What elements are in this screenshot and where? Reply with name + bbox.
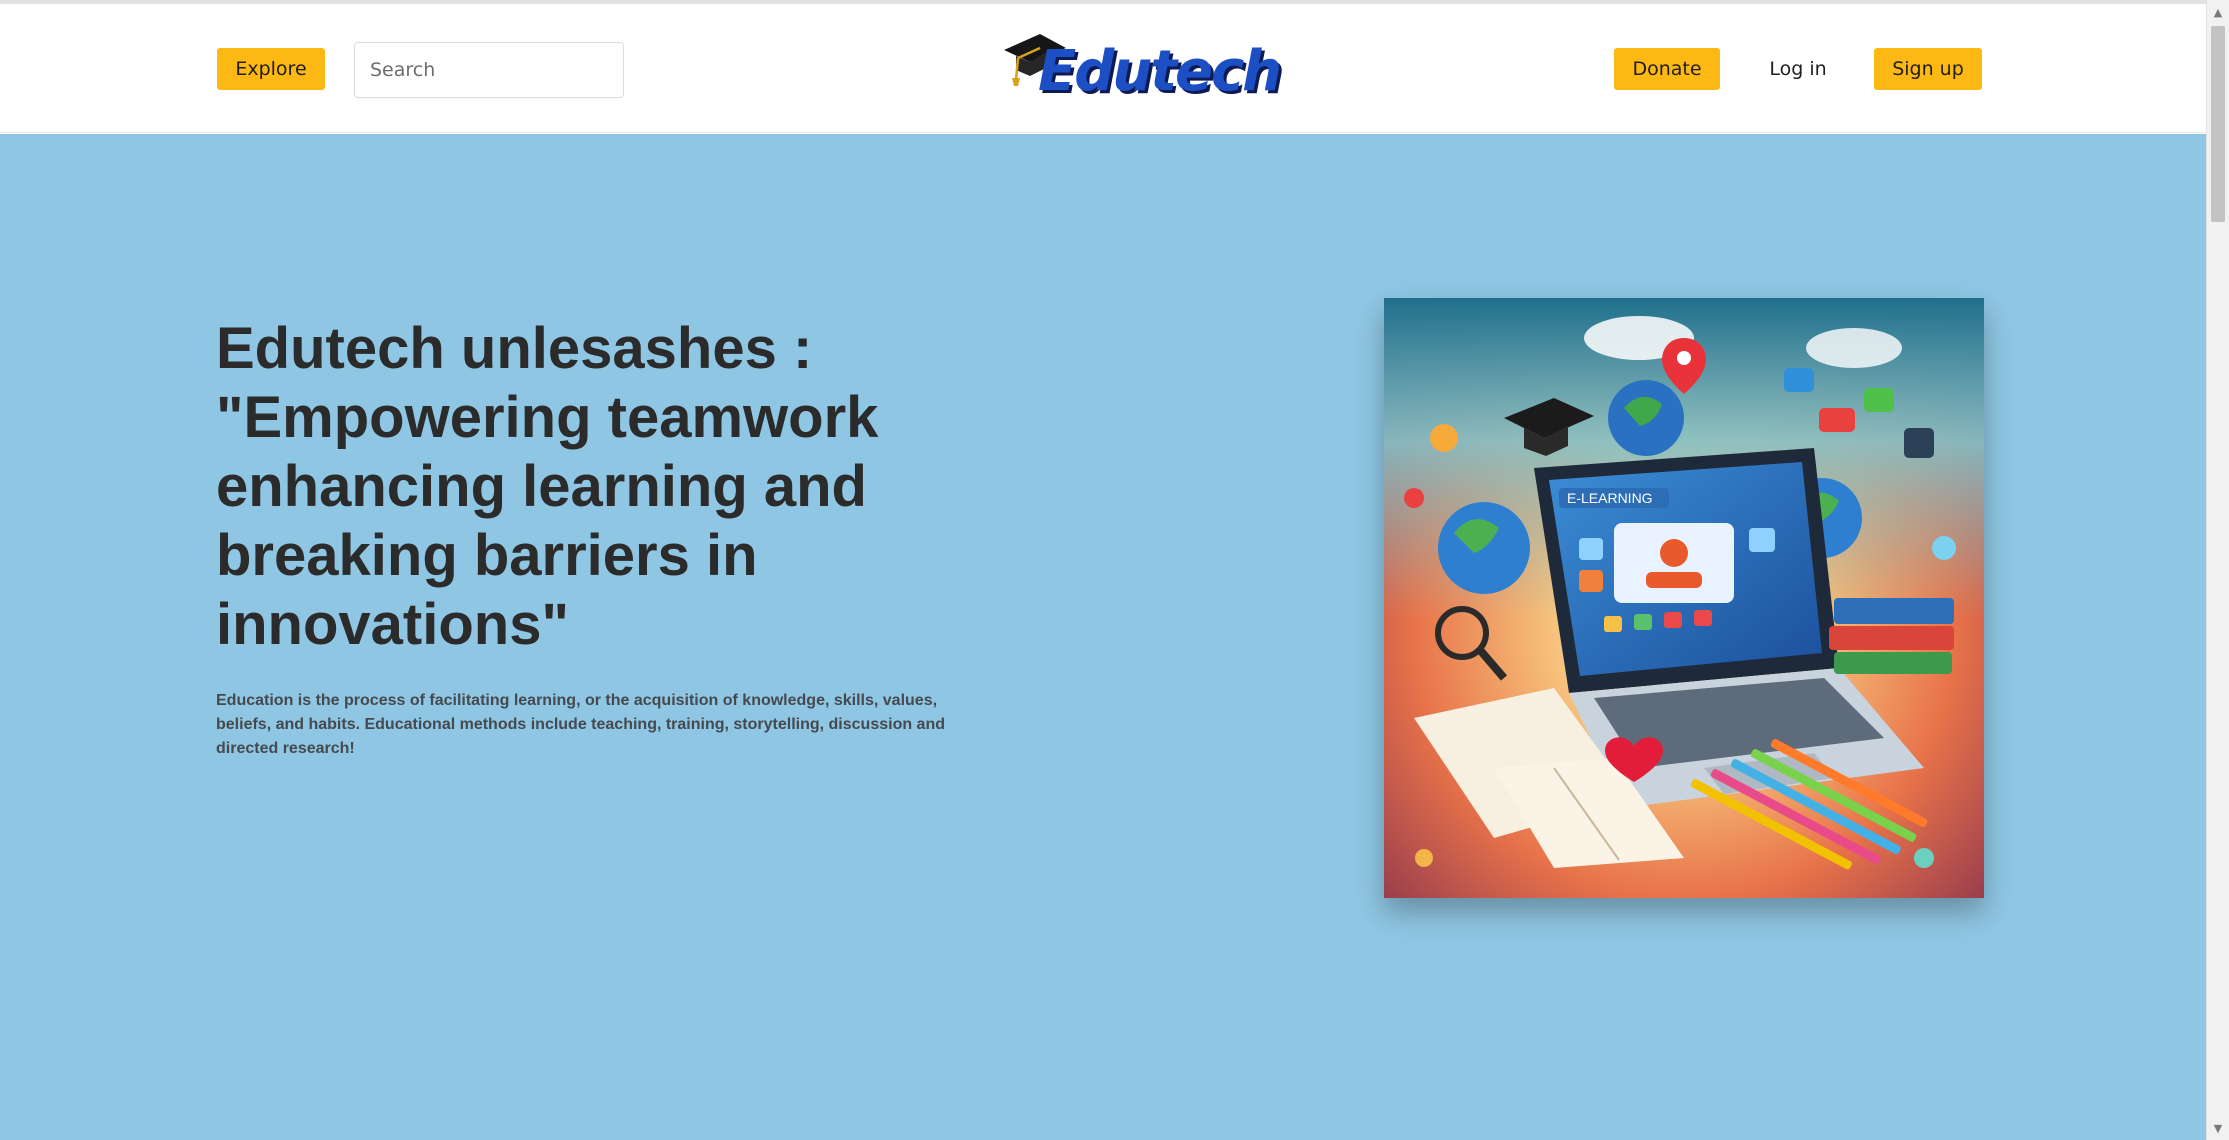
explore-button[interactable]: Explore [217, 48, 325, 90]
e-learning-illustration: E-LEARNING [1384, 298, 1984, 898]
logo-text: Edutech [1038, 39, 1282, 104]
e-learning-label: E-LEARNING [1567, 490, 1653, 506]
signup-button[interactable]: Sign up [1874, 48, 1982, 90]
site-logo[interactable]: Edutech [1000, 26, 1282, 118]
e-learning-illustration-svg: E-LEARNING [1384, 298, 1984, 898]
login-link[interactable]: Log in [1758, 48, 1838, 90]
page: Explore Edutech Donate Log in Sign up Ed… [0, 0, 2229, 1140]
headline-line: Edutech unlesashes : [216, 316, 813, 381]
site-header: Explore Edutech Donate Log in Sign up [0, 4, 2206, 133]
donate-button[interactable]: Donate [1614, 48, 1720, 90]
scroll-down-icon[interactable]: ▼ [2207, 1118, 2229, 1138]
headline-line: "Empowering teamwork [216, 385, 879, 450]
headline-line: breaking barriers in [216, 523, 758, 588]
vertical-scrollbar[interactable]: ▲ ▼ [2206, 0, 2229, 1140]
scrollbar-thumb[interactable] [2211, 26, 2225, 222]
headline-line: innovations" [216, 592, 569, 657]
hero-description: Education is the process of facilitating… [216, 692, 945, 757]
headline-line: enhancing learning and [216, 454, 867, 519]
search-input[interactable] [354, 42, 624, 98]
scroll-up-icon[interactable]: ▲ [2207, 2, 2229, 22]
hero-section: Edutech unlesashes : "Empowering teamwor… [0, 134, 2206, 1140]
hero-headline: Edutech unlesashes : "Empowering teamwor… [216, 314, 936, 659]
